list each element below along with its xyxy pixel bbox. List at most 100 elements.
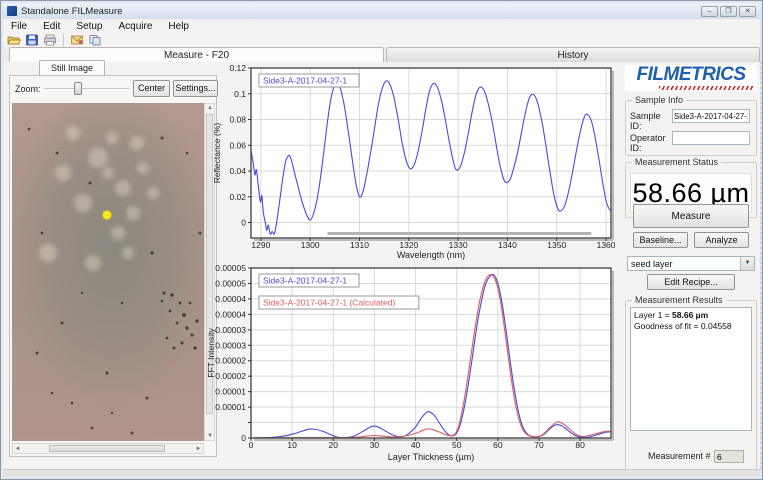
svg-text:60: 60 [493, 440, 503, 450]
svg-text:0.00001: 0.00001 [215, 387, 246, 397]
svg-text:1310: 1310 [350, 240, 369, 250]
measurement-number-input[interactable] [714, 450, 744, 463]
title-bar[interactable]: Standalone FILMeasure – ❐ ✕ [3, 3, 760, 19]
svg-text:1350: 1350 [547, 240, 566, 250]
svg-text:1320: 1320 [399, 240, 418, 250]
result-line-goodness: Goodness of fit = 0.04558 [634, 321, 748, 332]
svg-text:80: 80 [575, 440, 585, 450]
copy-icon[interactable] [88, 34, 102, 46]
svg-text:Reflectance (%): Reflectance (%) [212, 123, 222, 184]
results-list[interactable]: Layer 1 = 58.66 µm Goodness of fit = 0.0… [630, 307, 752, 431]
main-content: Still Image Zoom: Center Settings... ▲ ▼… [3, 62, 760, 469]
svg-text:0.00004: 0.00004 [215, 294, 246, 304]
sample-info-title: Sample Info [632, 95, 686, 105]
image-controls: Zoom: Center Settings... [12, 79, 214, 99]
scroll-right-icon[interactable]: ► [194, 446, 203, 452]
operator-id-input[interactable] [672, 131, 750, 145]
svg-text:0: 0 [249, 440, 254, 450]
zoom-slider-thumb[interactable] [74, 82, 82, 95]
svg-text:0.00003: 0.00003 [215, 340, 246, 350]
svg-text:10: 10 [287, 440, 297, 450]
svg-text:30: 30 [370, 440, 380, 450]
maximize-button[interactable]: ❐ [720, 6, 737, 17]
menu-edit[interactable]: Edit [35, 20, 68, 33]
svg-text:20: 20 [329, 440, 339, 450]
svg-text:0: 0 [241, 433, 246, 443]
svg-text:Side3-A-2017-04-27-1 (Calculat: Side3-A-2017-04-27-1 (Calculated) [263, 298, 395, 308]
print-icon[interactable] [43, 34, 57, 46]
menu-setup[interactable]: Setup [68, 20, 110, 33]
fft-thickness-chart: 0 10 20 30 40 50 60 70 80 0.00005 0.00005 0.00004 0.… [205, 259, 615, 471]
svg-text:FFT Intensity: FFT Intensity [206, 328, 216, 378]
menu-bar: File Edit Setup Acquire Help [3, 19, 760, 33]
svg-text:70: 70 [534, 440, 544, 450]
svg-text:0.00002: 0.00002 [215, 356, 246, 366]
svg-text:0: 0 [241, 218, 246, 228]
status-bar [3, 469, 760, 477]
svg-text:0.02: 0.02 [229, 192, 246, 202]
center-button[interactable]: Center [133, 80, 170, 97]
measurement-results-title: Measurement Results [632, 295, 726, 305]
logo-hatch-decoration [659, 86, 754, 90]
close-button[interactable]: ✕ [739, 6, 756, 17]
svg-text:Layer Thickness (µm): Layer Thickness (µm) [388, 452, 475, 462]
measure-button[interactable]: Measure [633, 204, 749, 228]
svg-text:0.08: 0.08 [229, 115, 246, 125]
zoom-slider-track[interactable] [44, 88, 130, 90]
still-image-panel: Zoom: Center Settings... ▲ ▼ ◄ ► [9, 75, 217, 457]
measurement-number-label: Measurement # [648, 451, 711, 461]
zoom-label: Zoom: [15, 84, 41, 94]
svg-text:Side3-A-2017-04-27-1: Side3-A-2017-04-27-1 [263, 76, 347, 86]
svg-text:1330: 1330 [449, 240, 468, 250]
camera-still-image[interactable] [12, 103, 204, 441]
baseline-button[interactable]: Baseline... [633, 232, 688, 248]
svg-text:0.00005: 0.00005 [215, 263, 246, 273]
minimize-button[interactable]: – [701, 6, 718, 17]
menu-file[interactable]: File [3, 20, 35, 33]
app-icon [7, 6, 17, 16]
panel-splitter[interactable] [760, 62, 762, 470]
measurement-results-group: Measurement Results Layer 1 = 58.66 µm G… [625, 300, 757, 470]
svg-text:0.00002: 0.00002 [215, 371, 246, 381]
acquire-icon[interactable] [70, 34, 84, 46]
edit-recipe-button[interactable]: Edit Recipe... [647, 274, 735, 290]
svg-text:1340: 1340 [498, 240, 517, 250]
window-title: Standalone FILMeasure [21, 6, 122, 17]
svg-text:0.12: 0.12 [229, 63, 246, 73]
toolbar-separator [63, 34, 64, 46]
menu-help[interactable]: Help [160, 20, 197, 33]
tab-still-image[interactable]: Still Image [39, 60, 105, 76]
menu-acquire[interactable]: Acquire [111, 20, 161, 33]
svg-text:0.1: 0.1 [234, 89, 246, 99]
filmetrics-logo: FILMETRICS [625, 65, 757, 91]
svg-text:1300: 1300 [301, 240, 320, 250]
image-overlay [12, 103, 204, 441]
horizontal-scroll-thumb[interactable] [49, 445, 165, 452]
svg-text:1290: 1290 [251, 240, 270, 250]
save-icon[interactable] [25, 34, 39, 46]
svg-text:0.00003: 0.00003 [215, 325, 246, 335]
svg-text:Side3-A-2017-04-27-1: Side3-A-2017-04-27-1 [263, 276, 347, 286]
svg-text:0.06: 0.06 [229, 140, 246, 150]
svg-text:50: 50 [452, 440, 462, 450]
toolbar [3, 33, 760, 47]
image-horizontal-scrollbar[interactable]: ◄ ► [12, 443, 204, 454]
svg-text:0.00005: 0.00005 [215, 278, 246, 288]
measurement-panel: FILMETRICS Sample Info Sample ID: Operat… [621, 62, 762, 470]
sample-id-label: Sample ID: [630, 111, 670, 131]
analyze-button[interactable]: Analyze [694, 232, 749, 248]
logo-text: FILMETRICS [625, 65, 757, 85]
sample-id-input[interactable] [672, 109, 750, 123]
svg-text:0.00001: 0.00001 [215, 402, 246, 412]
recipe-dropdown[interactable]: seed layer ▼ [627, 256, 755, 271]
chevron-down-icon[interactable]: ▼ [740, 257, 754, 270]
measurement-status-title: Measurement Status [632, 157, 721, 167]
reflectance-spectrum-chart: 1290 1300 1310 1320 1330 1340 1350 1360 0.12 0.1 0… [211, 60, 615, 260]
operator-id-label: Operator ID: [630, 133, 670, 153]
layer1-thickness-value: 58.66 µm [672, 310, 708, 320]
scroll-left-icon[interactable]: ◄ [13, 446, 22, 452]
recipe-selected-value: seed layer [631, 259, 673, 269]
svg-text:1360: 1360 [597, 240, 615, 250]
svg-text:40: 40 [411, 440, 421, 450]
open-file-icon[interactable] [7, 34, 21, 46]
